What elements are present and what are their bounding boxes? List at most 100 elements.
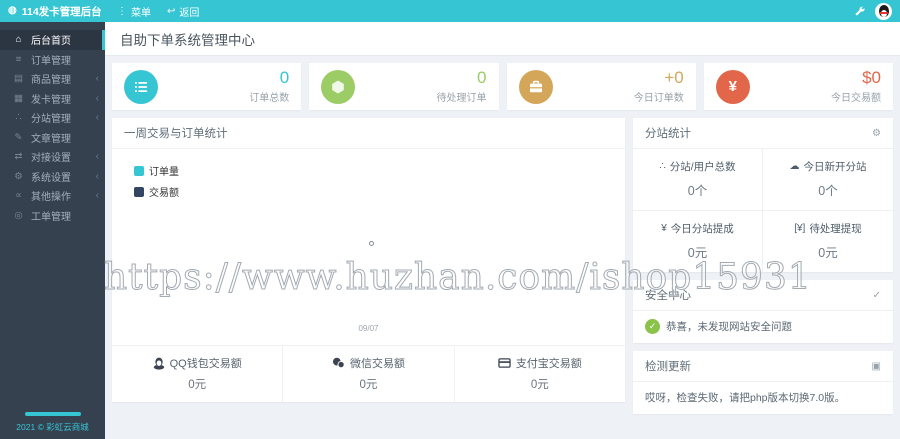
security-center-panel: 安全中心 ✓ ✓ 恭喜，未发现网站安全问题	[633, 280, 893, 343]
top-right-actions	[854, 2, 900, 20]
cell-today-commission: ¥ 今日分站提成 0元	[633, 211, 763, 272]
security-panel-title: 安全中心	[645, 290, 691, 302]
wechat-icon	[332, 357, 345, 369]
substation-panel-title: 分站统计	[645, 128, 691, 140]
sidebar: ⌂ 后台首页 ≡ 订单管理 ▤ 商品管理 ‹ ▦ 发卡管理 ‹ ∴ 分站管理 ‹	[0, 22, 105, 439]
sidebar-item-cards[interactable]: ▦ 发卡管理 ‹	[0, 89, 105, 109]
back-button[interactable]: ↩ 返回	[167, 4, 199, 19]
x-axis-tick-label: 09/07	[358, 324, 379, 333]
chevron-left-icon: ‹	[95, 170, 99, 182]
app-logo[interactable]: ◍ 114发卡管理后台	[0, 4, 105, 19]
sidebar-footer-pill	[24, 412, 81, 416]
legend-item-amount[interactable]: 交易额	[134, 184, 179, 199]
cell-total-substations: ∴ 分站/用户总数 0个	[633, 149, 763, 211]
update-check-panel: 检测更新 ▣ 哎呀，检查失败，请把php版本切换7.0版。	[633, 351, 893, 414]
legend-swatch-orders	[134, 165, 144, 176]
stat-card-total-orders: 0 订单总数	[112, 63, 302, 110]
gear-icon[interactable]: ⚙	[872, 128, 881, 139]
card-icon: ▦	[14, 92, 23, 104]
qq-wallet-total: QQ钱包交易额 0元	[112, 346, 284, 402]
chart-panel-title: 一周交易与订单统计	[124, 128, 228, 140]
copyright-text: 2021 © 彩虹云商城	[16, 422, 89, 432]
wechat-total: 微信交易额 0元	[283, 346, 455, 402]
user-avatar[interactable]	[875, 2, 892, 20]
chevron-left-icon: ‹	[95, 92, 99, 104]
sitemap-icon: ∴	[659, 161, 666, 172]
weekly-chart-panel: 一周交易与订单统计 订单量 交易额 09/07 QQ钱包交易额 0元 微信交易额…	[112, 118, 625, 402]
top-header-bar: ◍ 114发卡管理后台 ⋮ 菜单 ↩ 返回	[0, 0, 900, 22]
chart-data-point	[368, 241, 374, 246]
check-icon[interactable]: ✓	[873, 290, 881, 301]
cell-pending-withdrawals: [¥] 待处理提现 0元	[794, 223, 862, 260]
chevron-left-icon: ‹	[95, 112, 99, 124]
globe-icon: ◍	[8, 5, 17, 16]
cloud-icon: ☁	[789, 161, 800, 172]
withdraw-icon: [¥]	[794, 223, 806, 234]
alipay-total: 支付宝交易额 0元	[455, 346, 625, 402]
stats-row: 0 订单总数 0 待处理订单 +0 今日订单数 ¥ $0 今日交易额	[112, 63, 893, 110]
screen: ◍ 114发卡管理后台 ⋮ 菜单 ↩ 返回 ⌂ 后台首页 ≡ 订单管理 ▤ 商品…	[0, 0, 900, 439]
app-title: 114发卡管理后台	[21, 5, 102, 18]
chevron-left-icon: ‹	[95, 151, 99, 163]
home-icon: ⌂	[15, 34, 22, 46]
cell-new-substations: ☁ 今日新开分站 0个	[763, 149, 893, 211]
payment-totals-row: QQ钱包交易额 0元 微信交易额 0元 支付宝交易额 0元	[112, 345, 625, 402]
yen-circle-icon: ¥	[715, 69, 750, 104]
sidebar-footer: 2021 © 彩虹云商城	[0, 412, 105, 433]
stat-label: 待处理订单	[436, 93, 487, 105]
stat-value: +0	[664, 67, 684, 87]
security-message: ✓ 恭喜，未发现网站安全问题	[633, 311, 893, 343]
qq-icon	[153, 357, 165, 370]
sidebar-item-other-ops[interactable]: ∝ 其他操作 ‹	[0, 186, 105, 206]
goods-icon: ▤	[14, 73, 23, 85]
main-content: 自助下单系统管理中心 0 订单总数 0 待处理订单 +0 今日订单数 ¥ $0 …	[105, 22, 900, 439]
list-icon: ≡	[15, 53, 22, 65]
page-title-bar: 自助下单系统管理中心	[105, 22, 900, 56]
stat-value: 0	[279, 67, 290, 87]
chart-legend: 订单量 交易额	[134, 163, 179, 205]
stat-label: 今日订单数	[633, 93, 684, 105]
wrench-icon[interactable]	[854, 6, 865, 17]
share-icon: ∝	[15, 190, 22, 202]
link-icon: ⇄	[14, 151, 23, 163]
return-arrow-icon: ↩	[167, 5, 176, 17]
page-title: 自助下单系统管理中心	[120, 32, 255, 48]
chevron-left-icon: ‹	[95, 73, 99, 85]
legend-item-orders[interactable]: 订单量	[134, 163, 179, 178]
update-panel-title: 检测更新	[645, 361, 691, 373]
update-message: 哎呀，检查失败，请把php版本切换7.0版。	[645, 392, 846, 404]
sidebar-item-tickets[interactable]: ◎ 工单管理	[0, 206, 105, 226]
substation-stats-panel: 分站统计 ⚙ ∴ 分站/用户总数 0个 ☁ 今日新开分站 0个 ¥ 今日分站提成…	[633, 118, 893, 272]
chart-area: 订单量 交易额 09/07	[112, 149, 625, 345]
update-box-icon[interactable]: ▣	[872, 361, 881, 372]
sidebar-item-articles[interactable]: ✎ 文章管理	[0, 128, 105, 148]
stat-value: 0	[477, 67, 487, 87]
chevron-left-icon: ‹	[95, 190, 99, 202]
ticket-icon: ◎	[14, 209, 23, 221]
sidebar-item-api-settings[interactable]: ⇄ 对接设置 ‹	[0, 147, 105, 167]
dots-vertical-icon: ⋮	[117, 5, 127, 17]
menu-toggle-button[interactable]: ⋮ 菜单	[117, 4, 151, 19]
stat-card-today-orders: +0 今日订单数	[506, 63, 696, 110]
sidebar-item-substations[interactable]: ∴ 分站管理 ‹	[0, 108, 105, 128]
alipay-card-icon	[498, 357, 511, 369]
pencil-icon: ✎	[14, 131, 23, 143]
security-ok-badge-icon: ✓	[645, 319, 660, 334]
stat-label: 订单总数	[249, 93, 290, 105]
stat-card-today-amount: ¥ $0 今日交易额	[703, 63, 893, 110]
hexagon-circle-icon	[321, 69, 356, 104]
top-menu: ⋮ 菜单 ↩ 返回	[117, 4, 199, 19]
stat-card-pending-orders: 0 待处理订单	[309, 63, 499, 110]
legend-swatch-amount	[134, 186, 144, 197]
stat-value: $0	[862, 67, 881, 87]
sidebar-item-orders[interactable]: ≡ 订单管理	[0, 50, 105, 70]
sidebar-item-goods[interactable]: ▤ 商品管理 ‹	[0, 69, 105, 89]
sidebar-item-home[interactable]: ⌂ 后台首页	[0, 30, 105, 50]
sidebar-item-system-settings[interactable]: ⚙ 系统设置 ‹	[0, 167, 105, 187]
stat-label: 今日交易额	[831, 93, 881, 105]
gear-icon: ⚙	[14, 170, 23, 182]
yen-icon: ¥	[661, 223, 667, 234]
list-circle-icon	[124, 69, 158, 104]
sitemap-icon: ∴	[15, 112, 22, 124]
briefcase-circle-icon	[518, 69, 553, 104]
